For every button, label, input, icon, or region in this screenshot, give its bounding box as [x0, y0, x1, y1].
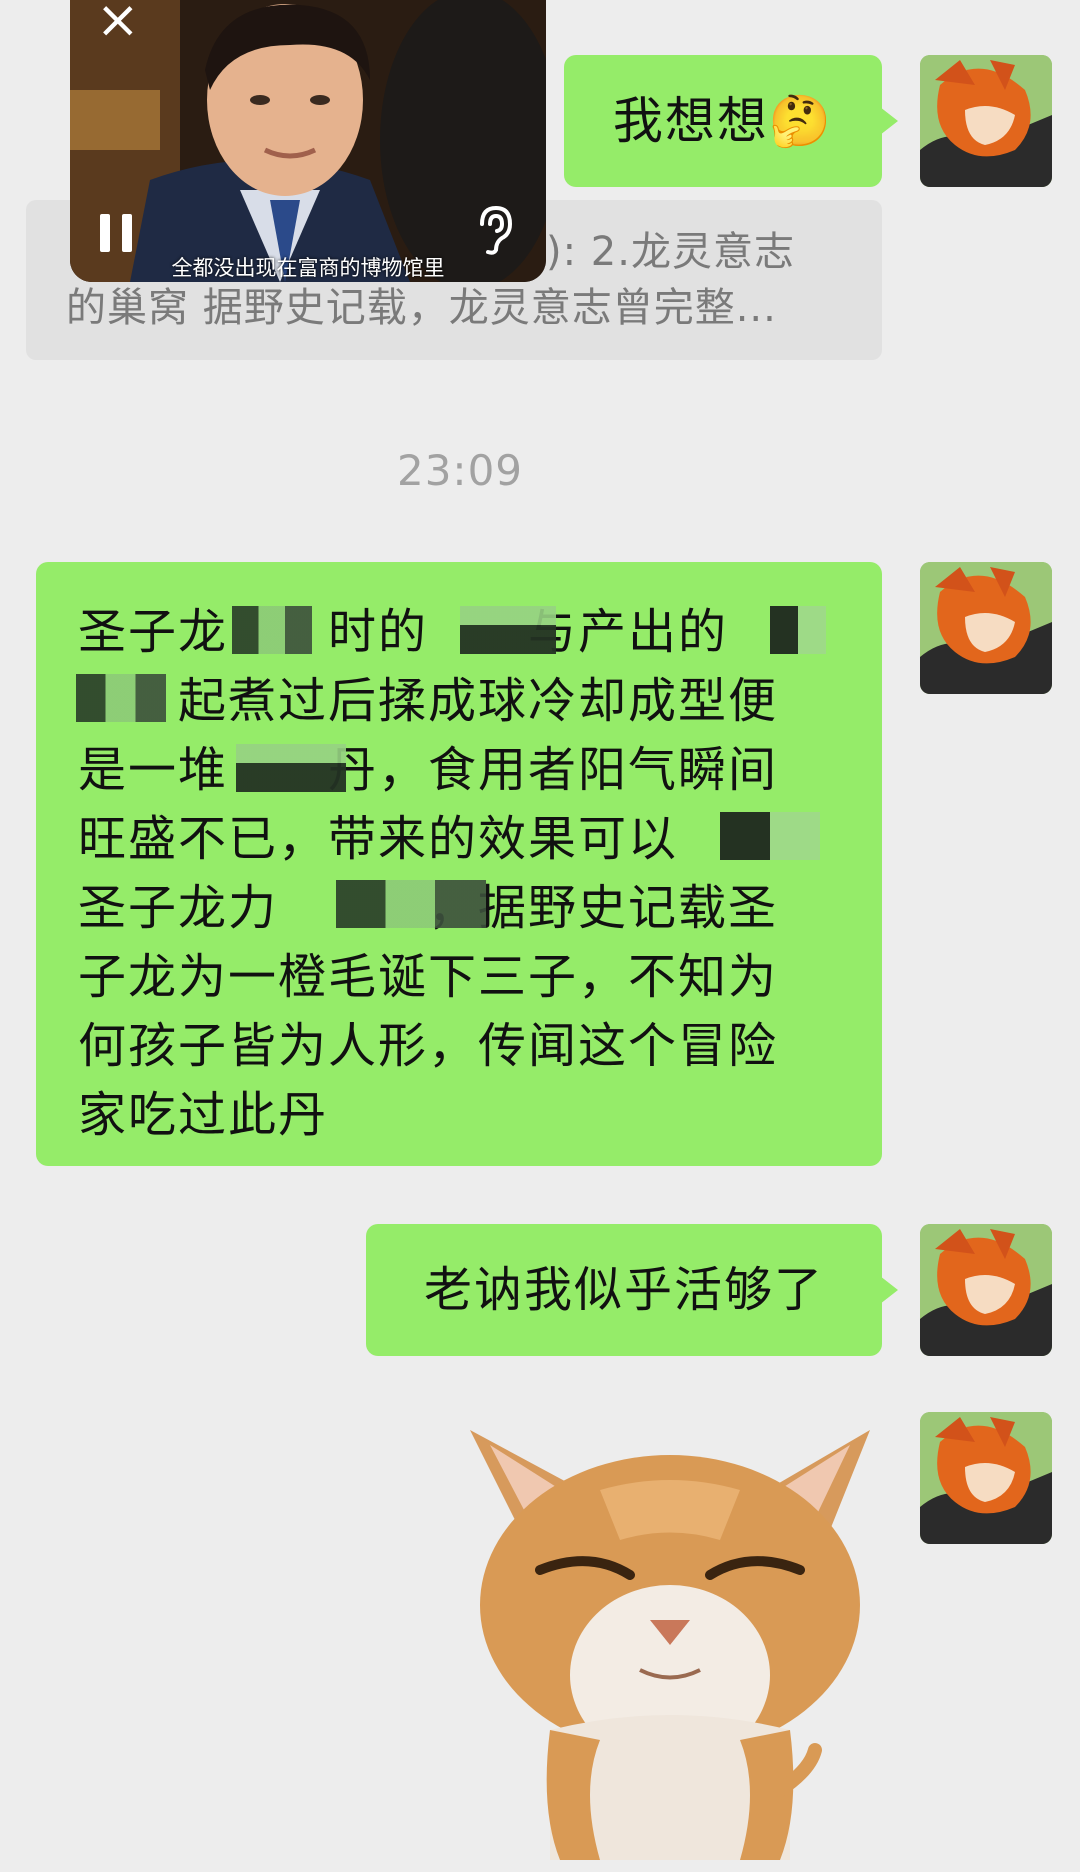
message-line: 圣子龙 时的 与产出的 [78, 604, 729, 660]
message-bubble-sent[interactable]: 老讷我似乎活够了 [366, 1224, 898, 1356]
video-subtitle: 全都没出现在富商的博物馆里 [171, 256, 445, 280]
cat-sticker[interactable] [450, 1430, 890, 1872]
message-line: 何孩子皆为人形，传闻这个冒险 [78, 1018, 779, 1074]
message-line: 子龙为一橙毛诞下三子，不知为 [78, 949, 779, 1005]
avatar-image-icon [920, 55, 1052, 187]
bubble-tail [880, 107, 898, 135]
mosaic-censor [336, 880, 486, 928]
avatar-image-icon [920, 1412, 1052, 1544]
avatar[interactable] [920, 1412, 1052, 1544]
message-line: 家吃过此丹 [78, 1087, 329, 1143]
avatar-image-icon [920, 1224, 1052, 1356]
mosaic-censor [720, 812, 820, 860]
mosaic-censor [76, 674, 166, 722]
message-text: 老讷我似乎活够了 [423, 1262, 824, 1318]
avatar[interactable] [920, 562, 1052, 694]
avatar[interactable] [920, 55, 1052, 187]
message-text: 圣子龙 时的 与产出的 起煮过后揉成球冷却成型便 是一堆 丹，食用者阳气瞬间 旺… [78, 598, 838, 1150]
mosaic-censor [232, 606, 312, 654]
quote-line: 的巢窝 据野史记载，龙灵意志曾完整... [66, 285, 777, 331]
message-text: 我想想🤔 [612, 92, 834, 150]
mosaic-censor [236, 744, 346, 792]
close-icon[interactable]: × [96, 0, 140, 46]
message-line: 是一堆 丹，食用者阳气瞬间 [78, 742, 779, 798]
message-bubble-sent[interactable]: 我想想🤔 [564, 55, 898, 187]
timestamp: 23:09 [396, 446, 524, 495]
ear-icon[interactable] [472, 204, 516, 256]
mosaic-censor [460, 606, 556, 654]
avatar-image-icon [920, 562, 1052, 694]
mosaic-censor [770, 606, 826, 654]
message-line: 起煮过后揉成球冷却成型便 [78, 673, 779, 729]
pause-icon[interactable] [100, 214, 134, 252]
avatar[interactable] [920, 1224, 1052, 1356]
message-bubble-sent[interactable]: 圣子龙 时的 与产出的 起煮过后揉成球冷却成型便 是一堆 丹，食用者阳气瞬间 旺… [36, 562, 882, 1166]
bubble-tail [880, 1276, 898, 1304]
floating-video-player[interactable]: × 全都没出现在富商的博物馆里 [70, 0, 546, 282]
